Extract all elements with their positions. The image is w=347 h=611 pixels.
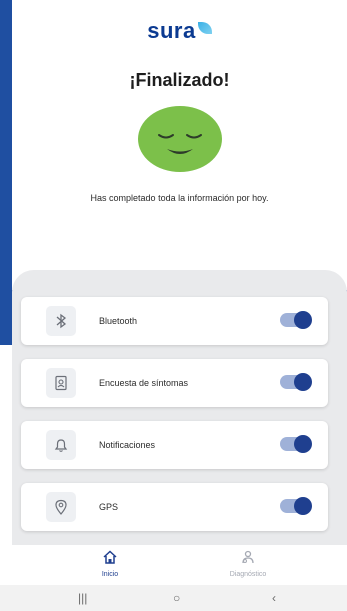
toggle-knob (294, 497, 312, 515)
permission-label: Notificaciones (99, 440, 156, 450)
permission-row-bluetooth: Bluetooth (21, 297, 328, 345)
sura-logo: sura (12, 18, 347, 44)
permission-label: GPS (99, 502, 119, 512)
survey-icon (46, 368, 76, 398)
toggle-knob (294, 311, 312, 329)
permission-row-notifications: Notificaciones (21, 421, 328, 469)
logo-text: sura (147, 18, 196, 43)
toggle-knob (294, 373, 312, 391)
nav-item-inicio[interactable]: Inicio (70, 549, 150, 578)
back-chevron-icon[interactable]: ‹ (272, 591, 276, 605)
nav-item-diagnostico[interactable]: Diagnóstico (208, 549, 288, 578)
bottom-navigation: Inicio Diagnóstico (0, 545, 347, 585)
page-title: ¡Finalizado! (129, 70, 230, 90)
permission-label: Bluetooth (99, 316, 138, 326)
bluetooth-icon (46, 306, 76, 336)
completion-message: Has completado toda la información por h… (90, 193, 269, 203)
toggle-knob (294, 435, 312, 453)
survey-toggle[interactable] (280, 373, 312, 391)
permission-row-survey: Encuesta de síntomas (21, 359, 328, 407)
home-icon (103, 550, 117, 564)
logo-mark-icon (197, 22, 212, 34)
status-card: sura ¡Finalizado! Has completado toda la… (12, 0, 347, 290)
permission-row-gps: GPS (21, 483, 328, 531)
relaxed-face-icon (138, 106, 222, 172)
bell-icon (46, 430, 76, 460)
notifications-toggle[interactable] (280, 435, 312, 453)
nav-label: Diagnóstico (229, 571, 267, 578)
system-navigation-bar: ||| ○ ‹ (0, 585, 347, 611)
gps-toggle[interactable] (280, 497, 312, 515)
location-pin-icon (46, 492, 76, 522)
permission-label: Encuesta de síntomas (99, 378, 189, 388)
diagnosis-icon (242, 550, 254, 564)
home-circle-icon[interactable]: ○ (173, 591, 180, 605)
bluetooth-toggle[interactable] (280, 311, 312, 329)
recent-apps-icon[interactable]: ||| (78, 591, 87, 605)
nav-label: Inicio (101, 571, 119, 578)
